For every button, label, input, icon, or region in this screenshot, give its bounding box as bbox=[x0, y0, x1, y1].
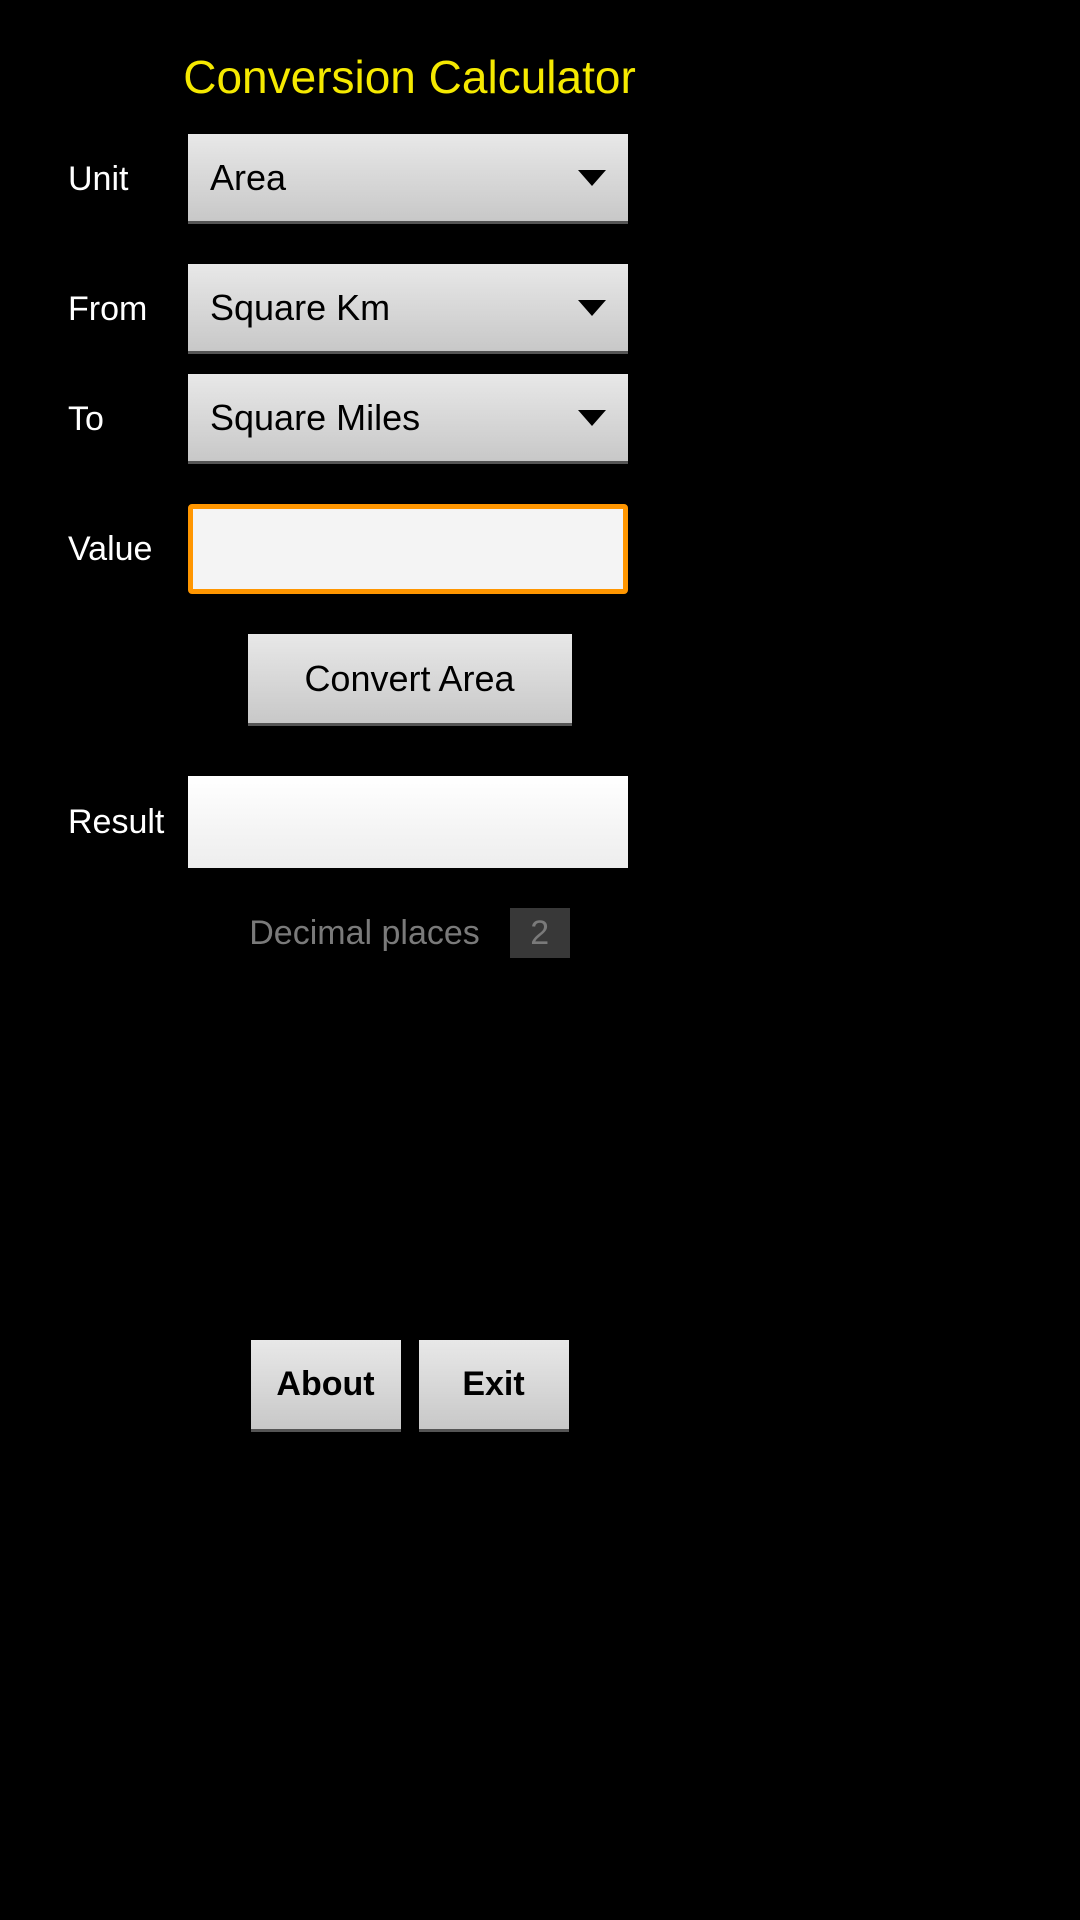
unit-dropdown-text: Area bbox=[210, 157, 286, 199]
from-row: From Square Km bbox=[0, 264, 819, 354]
exit-button[interactable]: Exit bbox=[419, 1340, 569, 1432]
decimal-places-label: Decimal places bbox=[249, 914, 480, 953]
chevron-down-icon bbox=[578, 170, 606, 186]
unit-label: Unit bbox=[68, 160, 188, 199]
value-input[interactable] bbox=[188, 504, 628, 594]
about-button[interactable]: About bbox=[251, 1340, 401, 1432]
decimal-places-value[interactable]: 2 bbox=[510, 908, 570, 958]
convert-row: Convert Area bbox=[0, 634, 819, 726]
to-dropdown[interactable]: Square Miles bbox=[188, 374, 628, 464]
to-row: To Square Miles bbox=[0, 374, 819, 464]
result-row: Result bbox=[0, 776, 819, 868]
decimal-places-row: Decimal places 2 bbox=[0, 908, 819, 958]
bottom-buttons: About Exit bbox=[0, 1340, 819, 1432]
page-title: Conversion Calculator bbox=[0, 0, 819, 134]
value-row: Value bbox=[0, 504, 819, 594]
unit-row: Unit Area bbox=[0, 134, 819, 224]
from-label: From bbox=[68, 290, 188, 329]
from-dropdown-text: Square Km bbox=[210, 287, 390, 329]
from-dropdown[interactable]: Square Km bbox=[188, 264, 628, 354]
convert-button[interactable]: Convert Area bbox=[248, 634, 572, 726]
unit-dropdown[interactable]: Area bbox=[188, 134, 628, 224]
value-label: Value bbox=[68, 530, 188, 569]
result-label: Result bbox=[68, 803, 188, 842]
to-dropdown-text: Square Miles bbox=[210, 397, 420, 439]
result-field bbox=[188, 776, 628, 868]
chevron-down-icon bbox=[578, 410, 606, 426]
chevron-down-icon bbox=[578, 300, 606, 316]
to-label: To bbox=[68, 400, 188, 439]
